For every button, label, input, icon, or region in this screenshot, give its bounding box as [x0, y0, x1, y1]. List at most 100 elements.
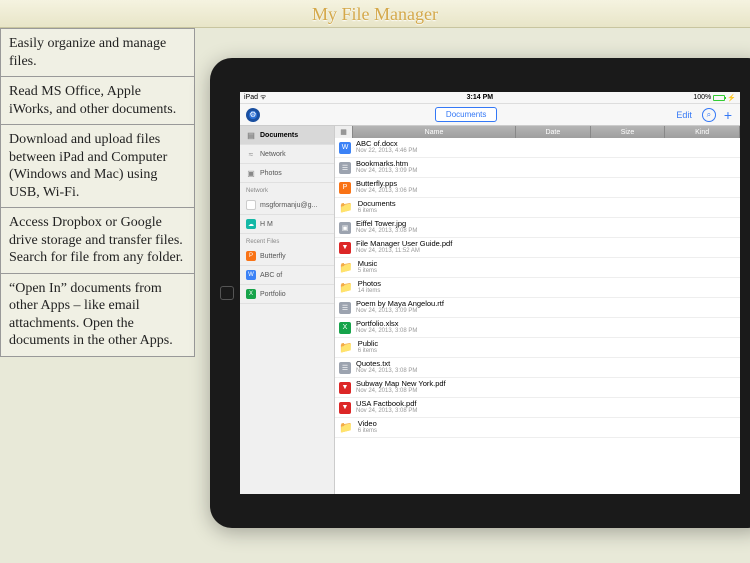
file-type-icon: ▣ — [339, 222, 351, 234]
file-name: Photos — [358, 280, 381, 288]
col-kind[interactable]: Kind — [665, 126, 740, 138]
status-bar: iPad ᯤ 3:14 PM 100% ⚡ — [240, 92, 740, 104]
file-meta: 6 items — [358, 348, 378, 354]
file-row[interactable]: 📁Public6 items — [335, 338, 740, 358]
file-row[interactable]: 📁Documents6 items — [335, 198, 740, 218]
file-name: Bookmarks.htm — [356, 160, 417, 168]
file-row[interactable]: ▼ Subway Map New York.pdfNov 24, 2013, 3:… — [335, 378, 740, 398]
file-meta: Nov 24, 2013, 11:52 AM — [356, 248, 452, 254]
file-type-icon: ☰ — [339, 302, 351, 314]
sidebar-item-label: Photos — [260, 170, 282, 177]
sidebar-icon: ▣ — [246, 168, 256, 178]
file-row[interactable]: 📁Video6 items — [335, 418, 740, 438]
folder-icon: 📁 — [339, 201, 353, 214]
file-type-icon: ▼ — [339, 382, 351, 394]
file-name: Public — [358, 340, 378, 348]
sidebar-network-item[interactable]: △ msgformanju@g... — [240, 196, 334, 215]
file-meta: Nov 24, 2013, 3:08 PM — [356, 368, 417, 374]
sidebar-recent-item[interactable]: X Portfolio — [240, 285, 334, 304]
file-row[interactable]: 📁Music5 items — [335, 258, 740, 278]
feature-item: Download and upload files between iPad a… — [0, 125, 195, 208]
ipad-device: iPad ᯤ 3:14 PM 100% ⚡ ⚙ Documents Edit ⌕… — [210, 58, 750, 528]
sidebar-item-network[interactable]: ≈ Network — [240, 145, 334, 164]
sidebar-icon: ≈ — [246, 149, 256, 159]
sidebar-network-item[interactable]: ☁ H M — [240, 215, 334, 234]
file-row[interactable]: XPortfolio.xlsxNov 24, 2013, 3:08 PM — [335, 318, 740, 338]
edit-button[interactable]: Edit — [672, 110, 696, 120]
sidebar-recent-item[interactable]: WABC of — [240, 266, 334, 285]
file-type-icon: X — [339, 322, 351, 334]
file-list[interactable]: WABC of.docxNov 22, 2013, 4:46 PM ☰ Bookma… — [335, 138, 740, 494]
sidebar-item-label: Documents — [260, 132, 298, 139]
file-row[interactable]: ▼USA Factbook.pdfNov 24, 2013, 3:08 PM — [335, 398, 740, 418]
file-meta: Nov 24, 2013, 3:08 PM — [356, 228, 417, 234]
file-name: Eiffel Tower.jpg — [356, 220, 417, 228]
add-button[interactable]: + — [722, 107, 734, 123]
file-row[interactable]: ▼File Manager User Guide.pdfNov 24, 2013… — [335, 238, 740, 258]
file-type-icon: P — [246, 251, 256, 261]
file-meta: Nov 24, 2013, 3:08 PM — [356, 388, 446, 394]
col-date[interactable]: Date — [516, 126, 591, 138]
settings-button[interactable]: ⚙ — [246, 108, 260, 122]
search-icon: ⌕ — [707, 110, 711, 120]
sidebar-item-label: Network — [260, 151, 286, 158]
file-name: ABC of.docx — [356, 140, 417, 148]
file-name: Poem by Maya Angelou.rtf — [356, 300, 444, 308]
column-headers: ▦ Name Date Size Kind — [335, 126, 740, 138]
file-type-icon: X — [246, 289, 256, 299]
file-type-icon: ☰ — [339, 362, 351, 374]
sidebar-item-label: Butterfly — [260, 253, 286, 260]
file-row[interactable]: ☰ Quotes.txtNov 24, 2013, 3:08 PM — [335, 358, 740, 378]
toolbar: ⚙ Documents Edit ⌕ + — [240, 104, 740, 126]
file-meta: Nov 24, 2013, 3:09 PM — [356, 168, 417, 174]
file-name: Portfolio.xlsx — [356, 320, 417, 328]
file-row[interactable]: ☰ Poem by Maya Angelou.rtfNov 24, 2013, 3… — [335, 298, 740, 318]
file-name: Music — [358, 260, 378, 268]
file-row[interactable]: ☰ Bookmarks.htmNov 24, 2013, 3:09 PM — [335, 158, 740, 178]
battery-icon — [713, 95, 725, 101]
file-type-icon: ☰ — [339, 162, 351, 174]
sidebar-item-label: Portfolio — [260, 291, 286, 298]
network-icon: △ — [246, 200, 256, 210]
col-name[interactable]: Name — [353, 126, 516, 138]
home-button[interactable] — [220, 286, 234, 300]
network-icon: ☁ — [246, 219, 256, 229]
file-meta: 6 items — [358, 428, 377, 434]
sidebar-item-label: ABC of — [260, 272, 282, 279]
file-type-icon: ▼ — [339, 402, 351, 414]
sidebar-icon: ▤ — [246, 130, 256, 140]
gear-icon: ⚙ — [249, 110, 256, 119]
search-button[interactable]: ⌕ — [702, 108, 716, 122]
col-size[interactable]: Size — [591, 126, 666, 138]
sidebar-item-label: H M — [260, 221, 273, 228]
plus-icon: + — [724, 107, 732, 123]
sidebar-item-documents[interactable]: ▤ Documents — [240, 126, 334, 145]
file-meta: 14 items — [358, 288, 381, 294]
app-title: My File Manager — [0, 0, 750, 28]
file-type-icon: P — [339, 182, 351, 194]
file-meta: 5 items — [358, 268, 378, 274]
sidebar-item-label: msgformanju@g... — [260, 202, 317, 209]
file-area: ▦ Name Date Size Kind WABC of.docxNov 22… — [335, 126, 740, 494]
file-name: Video — [358, 420, 377, 428]
file-meta: Nov 24, 2013, 3:09 PM — [356, 308, 444, 314]
file-row[interactable]: ▣ Eiffel Tower.jpgNov 24, 2013, 3:08 PM — [335, 218, 740, 238]
file-name: Subway Map New York.pdf — [356, 380, 446, 388]
file-row[interactable]: P Butterfly.ppsNov 24, 2013, 3:06 PM — [335, 178, 740, 198]
file-row[interactable]: 📁 Photos14 items — [335, 278, 740, 298]
file-name: USA Factbook.pdf — [356, 400, 417, 408]
feature-list: Easily organize and manage files.Read MS… — [0, 28, 195, 357]
sidebar-recent-item[interactable]: P Butterfly — [240, 247, 334, 266]
sidebar-item-photos[interactable]: ▣ Photos — [240, 164, 334, 183]
folder-icon: 📁 — [339, 281, 353, 294]
file-name: Butterfly.pps — [356, 180, 417, 188]
sidebar-header-recent: Recent Files — [240, 234, 334, 247]
view-toggle[interactable]: ▦ — [335, 126, 353, 138]
file-type-icon: ▼ — [339, 242, 351, 254]
file-meta: 6 items — [358, 208, 396, 214]
file-name: Quotes.txt — [356, 360, 417, 368]
file-row[interactable]: WABC of.docxNov 22, 2013, 4:46 PM — [335, 138, 740, 158]
documents-segment[interactable]: Documents — [435, 107, 497, 122]
file-meta: Nov 22, 2013, 4:46 PM — [356, 148, 417, 154]
file-meta: Nov 24, 2013, 3:06 PM — [356, 188, 417, 194]
